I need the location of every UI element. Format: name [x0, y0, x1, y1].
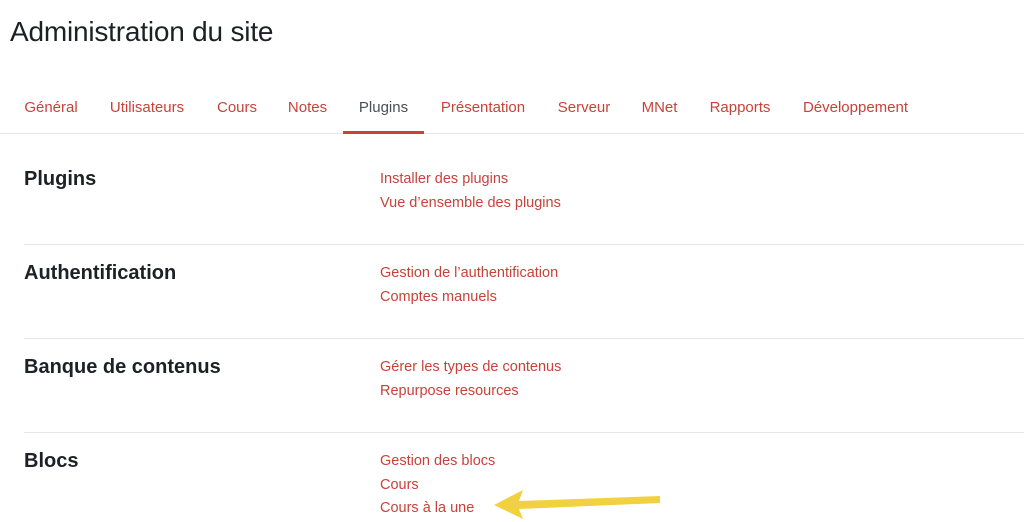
- tab-presentation[interactable]: Présentation: [424, 80, 542, 133]
- section-title: Banque de contenus: [24, 356, 221, 378]
- section-title: Blocs: [24, 450, 79, 472]
- tab-notes[interactable]: Notes: [272, 80, 343, 133]
- section-divider: [24, 338, 1024, 339]
- tab-developpement[interactable]: Développement: [787, 80, 924, 133]
- section-links: Gestion de l’authentification Comptes ma…: [380, 262, 558, 309]
- link-gerer-types-contenus[interactable]: Gérer les types de contenus: [380, 356, 561, 380]
- arrow-left-icon: [494, 490, 660, 519]
- link-cours[interactable]: Cours: [380, 474, 495, 498]
- tab-rapports[interactable]: Rapports: [693, 80, 787, 133]
- section-title: Authentification: [24, 262, 177, 284]
- section-title: Plugins: [24, 168, 97, 190]
- link-gestion-authentification[interactable]: Gestion de l’authentification: [380, 262, 558, 286]
- admin-page: Administration du site Général Utilisate…: [0, 0, 1024, 522]
- tab-mnet[interactable]: MNet: [626, 80, 693, 133]
- section-divider: [24, 244, 1024, 245]
- section-links: Installer des plugins Vue d’ensemble des…: [380, 168, 561, 215]
- section-divider: [24, 432, 1024, 433]
- tab-cours[interactable]: Cours: [202, 80, 272, 133]
- tab-plugins[interactable]: Plugins: [343, 80, 424, 134]
- link-vue-ensemble-plugins[interactable]: Vue d’ensemble des plugins: [380, 192, 561, 216]
- link-gestion-blocs[interactable]: Gestion des blocs: [380, 450, 495, 474]
- tab-serveur[interactable]: Serveur: [542, 80, 626, 133]
- link-repurpose-resources[interactable]: Repurpose resources: [380, 380, 561, 404]
- section-links: Gestion des blocs Cours Cours à la une: [380, 450, 495, 521]
- tab-utilisateurs[interactable]: Utilisateurs: [92, 80, 202, 133]
- admin-tabs: Général Utilisateurs Cours Notes Plugins…: [0, 80, 1024, 134]
- section-links: Gérer les types de contenus Repurpose re…: [380, 356, 561, 403]
- page-title: Administration du site: [10, 16, 274, 47]
- link-comptes-manuels[interactable]: Comptes manuels: [380, 286, 558, 310]
- link-installer-plugins[interactable]: Installer des plugins: [380, 168, 561, 192]
- tab-general[interactable]: Général: [10, 80, 92, 133]
- link-cours-a-la-une[interactable]: Cours à la une: [380, 497, 495, 521]
